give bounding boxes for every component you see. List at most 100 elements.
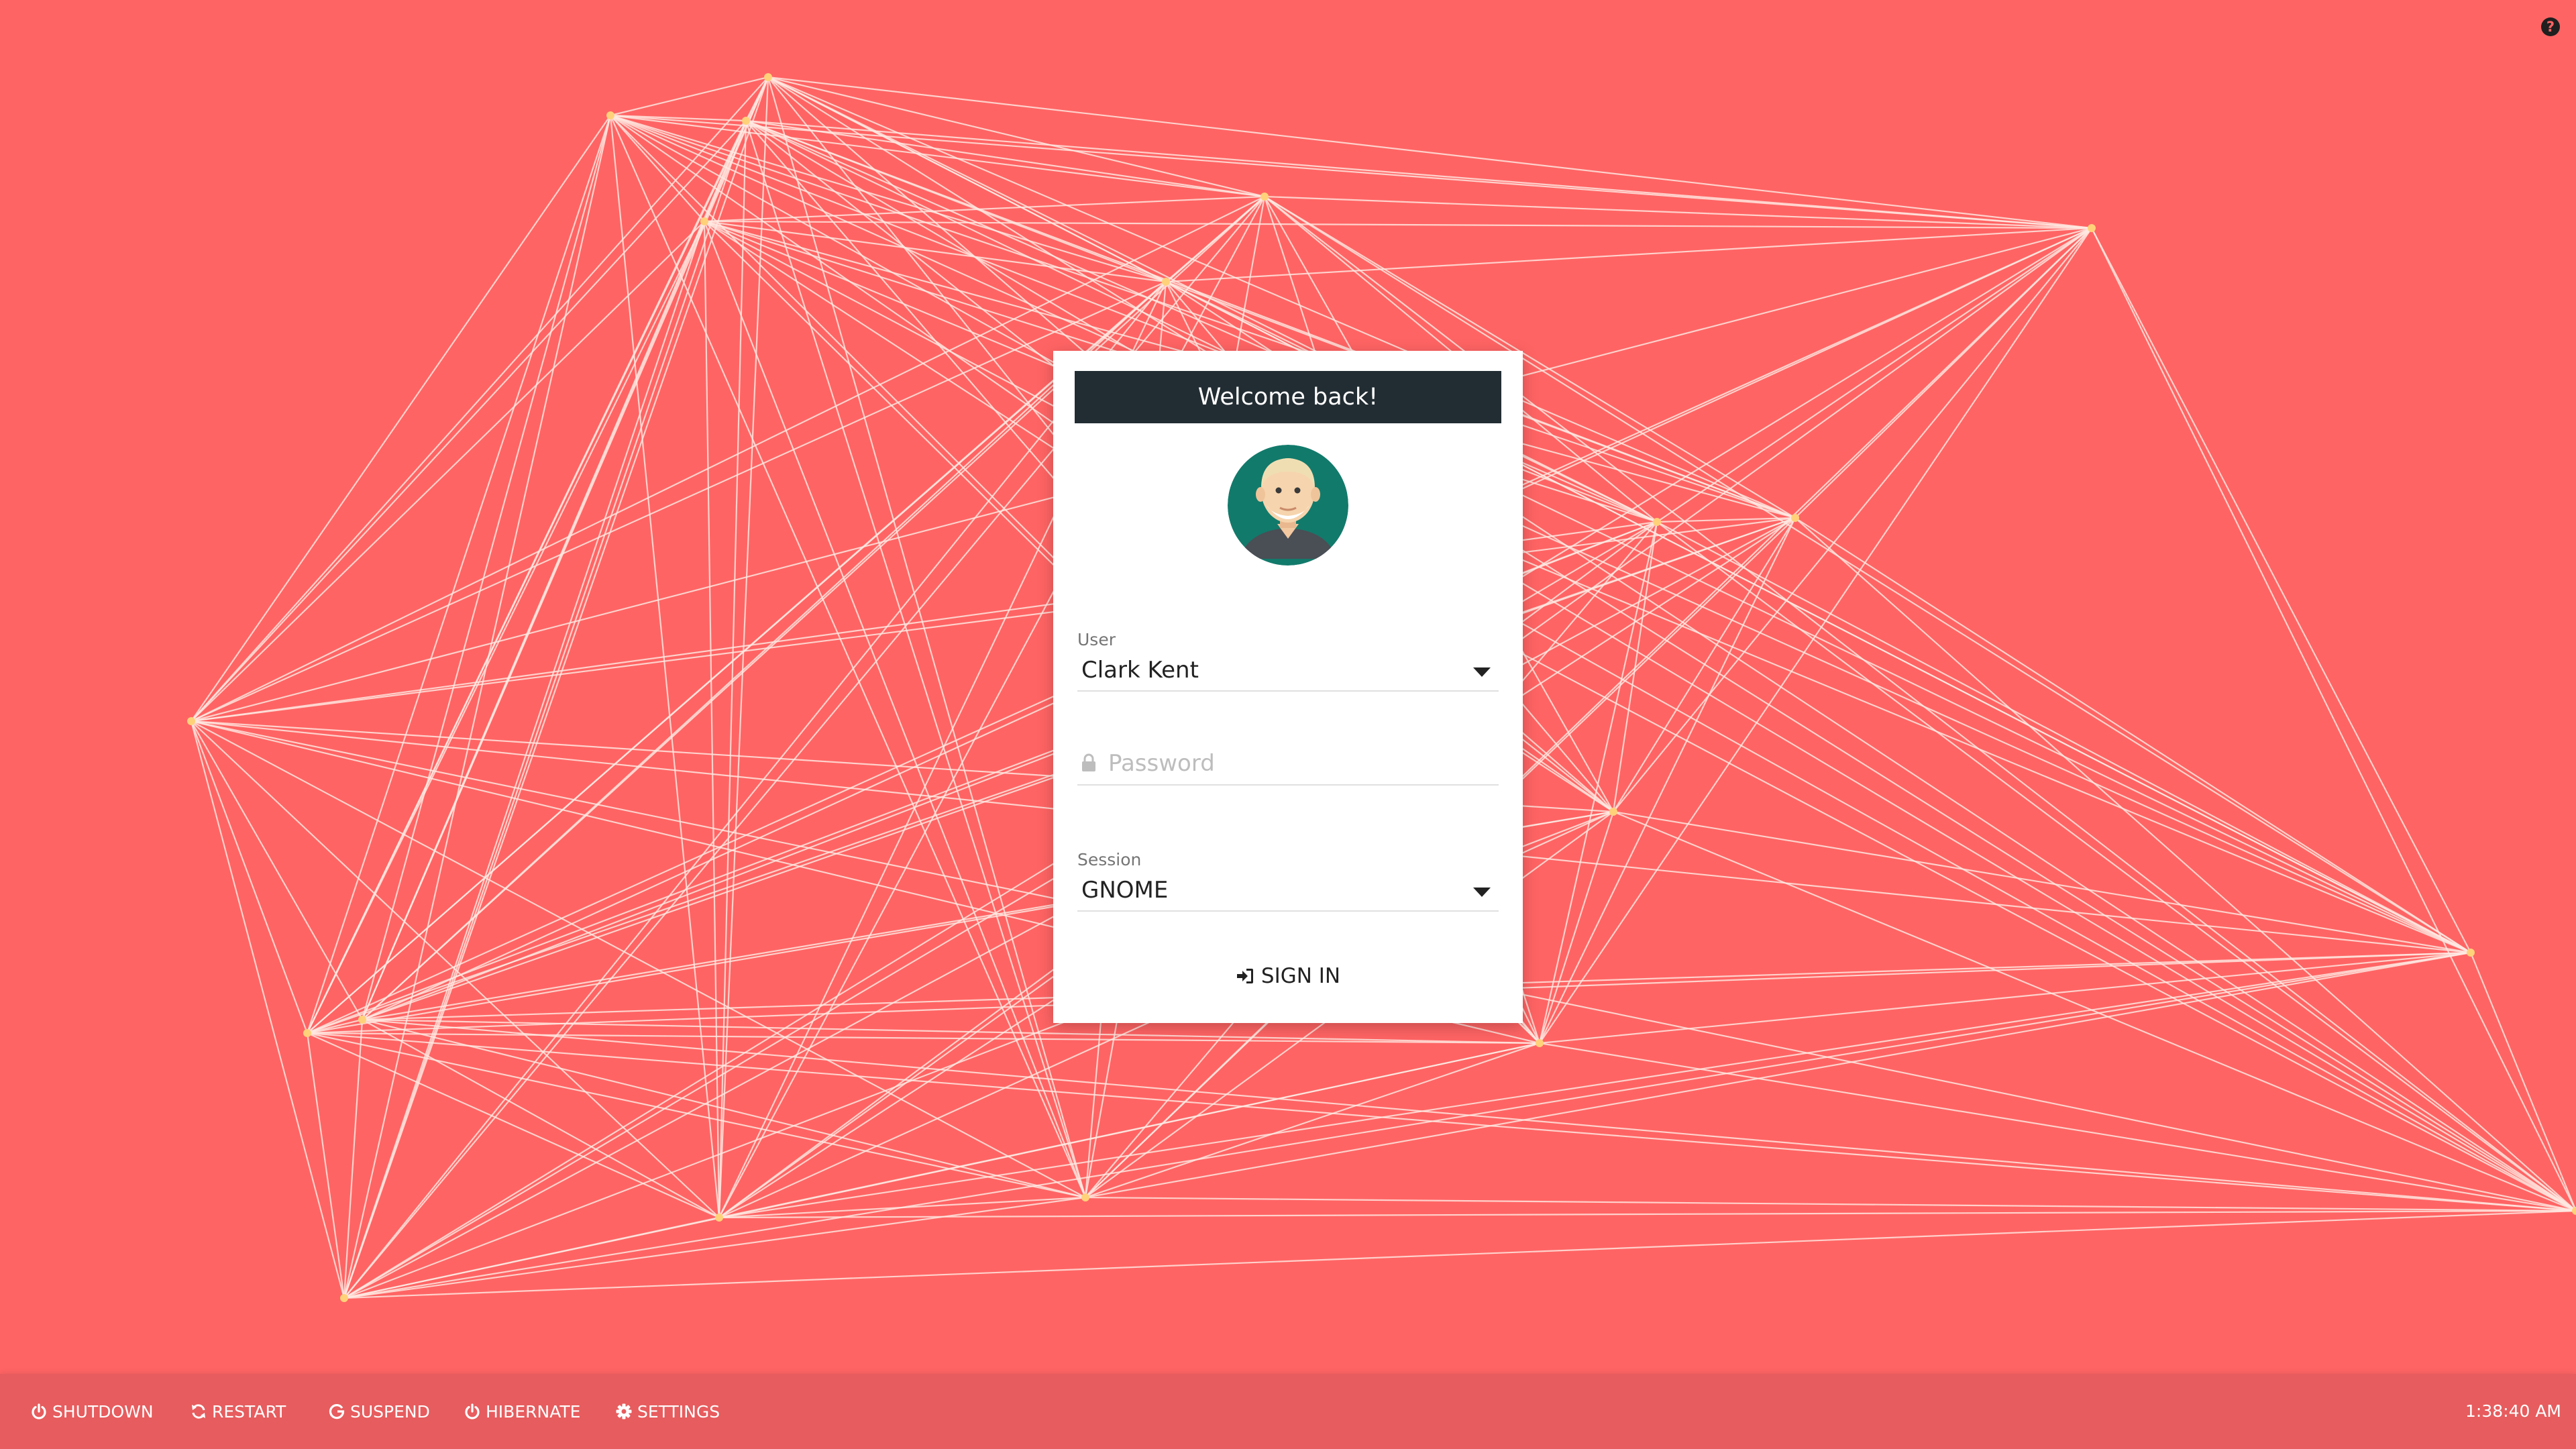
network-line — [718, 1196, 1086, 1219]
network-line — [1613, 517, 1796, 812]
network-line — [306, 115, 612, 1034]
power-icon — [465, 1403, 480, 1419]
shutdown-label: SHUTDOWN — [52, 1401, 154, 1421]
network-node — [1653, 518, 1661, 526]
network-node — [1260, 193, 1269, 201]
session-select[interactable]: GNOME — [1077, 870, 1499, 912]
network-line — [1538, 811, 1615, 1044]
network-line — [1613, 227, 2092, 812]
network-line — [307, 1032, 2576, 1212]
network-node — [764, 73, 772, 81]
network-line — [1613, 810, 2576, 1212]
bottom-bar: SHUTDOWN RESTART SUSPEND HIBERNATE SETTI… — [0, 1374, 2576, 1449]
network-line — [191, 76, 769, 722]
network-line — [1165, 227, 2092, 283]
network-line — [704, 220, 2092, 229]
network-node — [2088, 224, 2096, 232]
chevron-down-icon — [1473, 667, 1491, 677]
network-node — [742, 117, 750, 125]
restart-label: RESTART — [212, 1401, 286, 1421]
network-line — [704, 220, 1167, 283]
network-node — [1162, 278, 1170, 286]
network-line — [191, 720, 720, 1218]
network-line — [610, 76, 769, 117]
network-line — [1085, 1196, 2576, 1212]
network-line — [2091, 227, 2576, 1212]
user-value: Clark Kent — [1081, 657, 1199, 684]
password-input[interactable] — [1108, 747, 1491, 780]
hibernate-button[interactable]: HIBERNATE — [464, 1397, 580, 1426]
network-line — [191, 517, 1796, 722]
network-line — [745, 120, 2576, 1212]
hibernate-label: HIBERNATE — [486, 1401, 581, 1421]
suspend-button[interactable]: SUSPEND — [329, 1397, 430, 1426]
user-label: User — [1077, 630, 1116, 649]
login-card: Welcome back! User Clark Kent Session GN… — [1053, 351, 1523, 1023]
network-node — [2467, 949, 2475, 957]
suspend-label: SUSPEND — [350, 1401, 430, 1421]
shutdown-button[interactable]: SHUTDOWN — [31, 1397, 154, 1426]
network-line — [609, 115, 1087, 1198]
sign-in-button[interactable]: SIGN IN — [1187, 955, 1389, 998]
welcome-title: Welcome back! — [1075, 371, 1501, 423]
lock-icon — [1082, 753, 1095, 771]
network-line — [1085, 1042, 1540, 1199]
session-value: GNOME — [1081, 877, 1169, 904]
network-line — [703, 221, 720, 1218]
network-node — [700, 217, 708, 225]
gear-icon — [616, 1403, 632, 1419]
network-node — [1536, 1039, 1544, 1047]
network-line — [2091, 227, 2471, 953]
network-line — [343, 1210, 2576, 1299]
network-line — [361, 115, 612, 1020]
user-avatar-icon — [1228, 445, 1348, 566]
network-line — [610, 115, 2576, 1212]
network-line — [745, 119, 2092, 229]
network-line — [767, 76, 2576, 1212]
clock: 1:38:40 AM — [2465, 1401, 2561, 1421]
network-line — [1794, 517, 2471, 953]
network-line — [190, 720, 345, 1299]
network-line — [1656, 227, 2092, 523]
network-node — [1609, 808, 1617, 816]
network-line — [1656, 521, 2471, 953]
settings-button[interactable]: SETTINGS — [616, 1397, 720, 1426]
network-line — [1794, 517, 2576, 1212]
network-node — [358, 1016, 366, 1024]
network-line — [1613, 810, 2471, 954]
network-line — [704, 195, 1265, 223]
network-line — [704, 221, 2576, 1212]
network-line — [306, 1032, 345, 1299]
network-node — [303, 1029, 311, 1037]
chevron-down-icon — [1473, 888, 1491, 897]
network-line — [1539, 951, 2471, 1044]
help-button[interactable]: ? — [2541, 17, 2560, 36]
network-line — [307, 1032, 1086, 1199]
restart-button[interactable]: RESTART — [191, 1397, 286, 1426]
network-node — [606, 111, 614, 119]
network-line — [1539, 1042, 2576, 1212]
sign-in-icon — [1236, 969, 1253, 983]
password-field[interactable] — [1077, 744, 1499, 786]
network-line — [704, 220, 2471, 954]
refresh-icon — [192, 1404, 205, 1419]
network-node — [187, 717, 195, 725]
network-line — [1264, 195, 2092, 229]
user-select[interactable]: Clark Kent — [1077, 650, 1499, 692]
network-line — [362, 281, 1167, 1020]
network-line — [610, 114, 2471, 954]
network-line — [191, 221, 705, 722]
network-node — [715, 1214, 723, 1222]
network-line — [362, 1018, 1540, 1044]
network-node — [1081, 1193, 1089, 1201]
session-label: Session — [1077, 850, 1142, 869]
network-line — [307, 1032, 1540, 1044]
network-line — [190, 720, 309, 1034]
network-node — [1791, 514, 1799, 522]
network-line — [1656, 521, 2576, 1212]
network-line — [191, 115, 611, 722]
network-line — [343, 115, 612, 1299]
network-node — [340, 1294, 348, 1302]
network-line — [343, 281, 1167, 1299]
suspend-icon — [329, 1404, 345, 1419]
